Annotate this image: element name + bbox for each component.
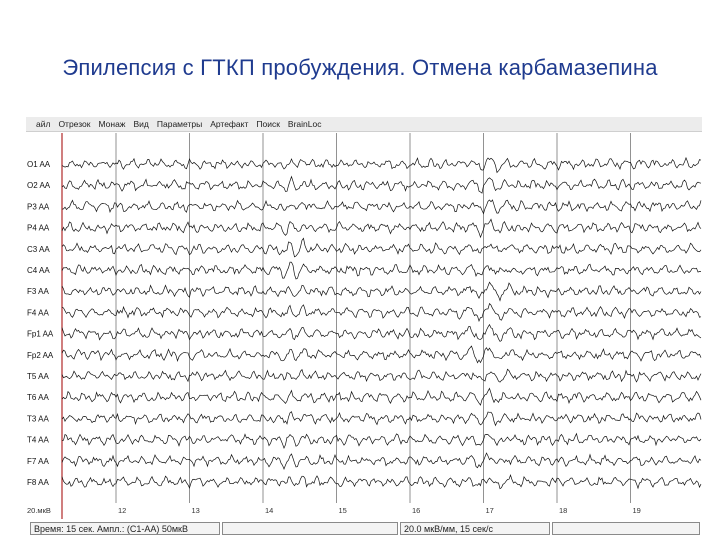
amplitude-scale-label: 20.мкВ — [27, 506, 51, 515]
eeg-trace — [61, 218, 702, 239]
status-time-amplitude: Время: 15 сек. Ампл.: (C1-AA) 50мкВ — [30, 522, 220, 535]
menu-segment[interactable]: Отрезок — [58, 119, 90, 129]
eeg-plot-area[interactable]: 12 13 14 15 16 17 18 19 20.мкВ O1 AA O2 AA P3 AA P4 … — [26, 133, 702, 519]
second-tick-label: 18 — [559, 506, 567, 515]
channel-label[interactable]: Fp2 AA — [27, 351, 54, 360]
eeg-trace — [61, 387, 702, 406]
channel-label[interactable]: F3 AA — [27, 287, 49, 296]
eeg-trace — [61, 156, 702, 174]
channel-label[interactable]: T3 AA — [27, 414, 49, 423]
channel-label[interactable]: F4 AA — [27, 308, 49, 317]
channel-label[interactable]: Fp1 AA — [27, 330, 54, 339]
second-tick-label: 14 — [265, 506, 273, 515]
status-blank-field — [222, 522, 398, 535]
menu-view[interactable]: Вид — [133, 119, 148, 129]
channel-label[interactable]: T6 AA — [27, 393, 49, 402]
second-tick-label: 12 — [118, 506, 126, 515]
menu-search[interactable]: Поиск — [256, 119, 280, 129]
channel-label[interactable]: O1 AA — [27, 160, 51, 169]
eeg-trace — [61, 452, 702, 470]
eeg-trace — [61, 411, 702, 427]
eeg-trace — [61, 261, 701, 280]
eeg-trace — [61, 432, 702, 450]
eeg-trace — [61, 345, 702, 364]
eeg-trace — [61, 281, 702, 302]
eeg-trace — [61, 237, 702, 258]
menu-montage[interactable]: Монаж — [98, 119, 125, 129]
second-tick-label: 13 — [192, 506, 200, 515]
channel-label[interactable]: P4 AA — [27, 224, 50, 233]
eeg-trace — [61, 474, 702, 490]
eeg-trace — [61, 323, 702, 342]
menu-bar: айл Отрезок Монаж Вид Параметры Артефакт… — [26, 117, 702, 132]
second-tick-label: 15 — [339, 506, 347, 515]
menu-parameters[interactable]: Параметры — [157, 119, 202, 129]
status-blank-field-2 — [552, 522, 700, 535]
eeg-trace — [61, 175, 702, 194]
eeg-viewer-window: айл Отрезок Монаж Вид Параметры Артефакт… — [26, 117, 702, 540]
eeg-trace — [61, 368, 702, 383]
second-tick-label: 17 — [486, 506, 494, 515]
channel-label[interactable]: P3 AA — [27, 202, 50, 211]
channel-label[interactable]: C4 AA — [27, 266, 50, 275]
slide-title: Эпилепсия с ГТКП пробуждения. Отмена кар… — [62, 55, 658, 80]
second-tick-label: 19 — [633, 506, 641, 515]
eeg-trace — [61, 302, 702, 323]
status-bar: Время: 15 сек. Ампл.: (C1-AA) 50мкВ 20.0… — [26, 519, 702, 540]
channel-label[interactable]: T4 AA — [27, 436, 49, 445]
eeg-traces-canvas[interactable]: 12 13 14 15 16 17 18 19 20.мкВ O1 AA O2 AA P3 AA P4 … — [26, 133, 702, 519]
status-scale: 20.0 мкВ/мм, 15 сек/с — [400, 522, 550, 535]
menu-artifact[interactable]: Артефакт — [210, 119, 248, 129]
eeg-trace — [61, 199, 702, 215]
second-tick-label: 16 — [412, 506, 420, 515]
menu-file[interactable]: айл — [36, 119, 50, 129]
menu-brainloc[interactable]: BrainLoc — [288, 119, 322, 129]
channel-label[interactable]: T5 AA — [27, 372, 49, 381]
channel-label[interactable]: F7 AA — [27, 457, 49, 466]
channel-label[interactable]: C3 AA — [27, 245, 50, 254]
channel-label[interactable]: F8 AA — [27, 478, 49, 487]
channel-label[interactable]: O2 AA — [27, 181, 51, 190]
